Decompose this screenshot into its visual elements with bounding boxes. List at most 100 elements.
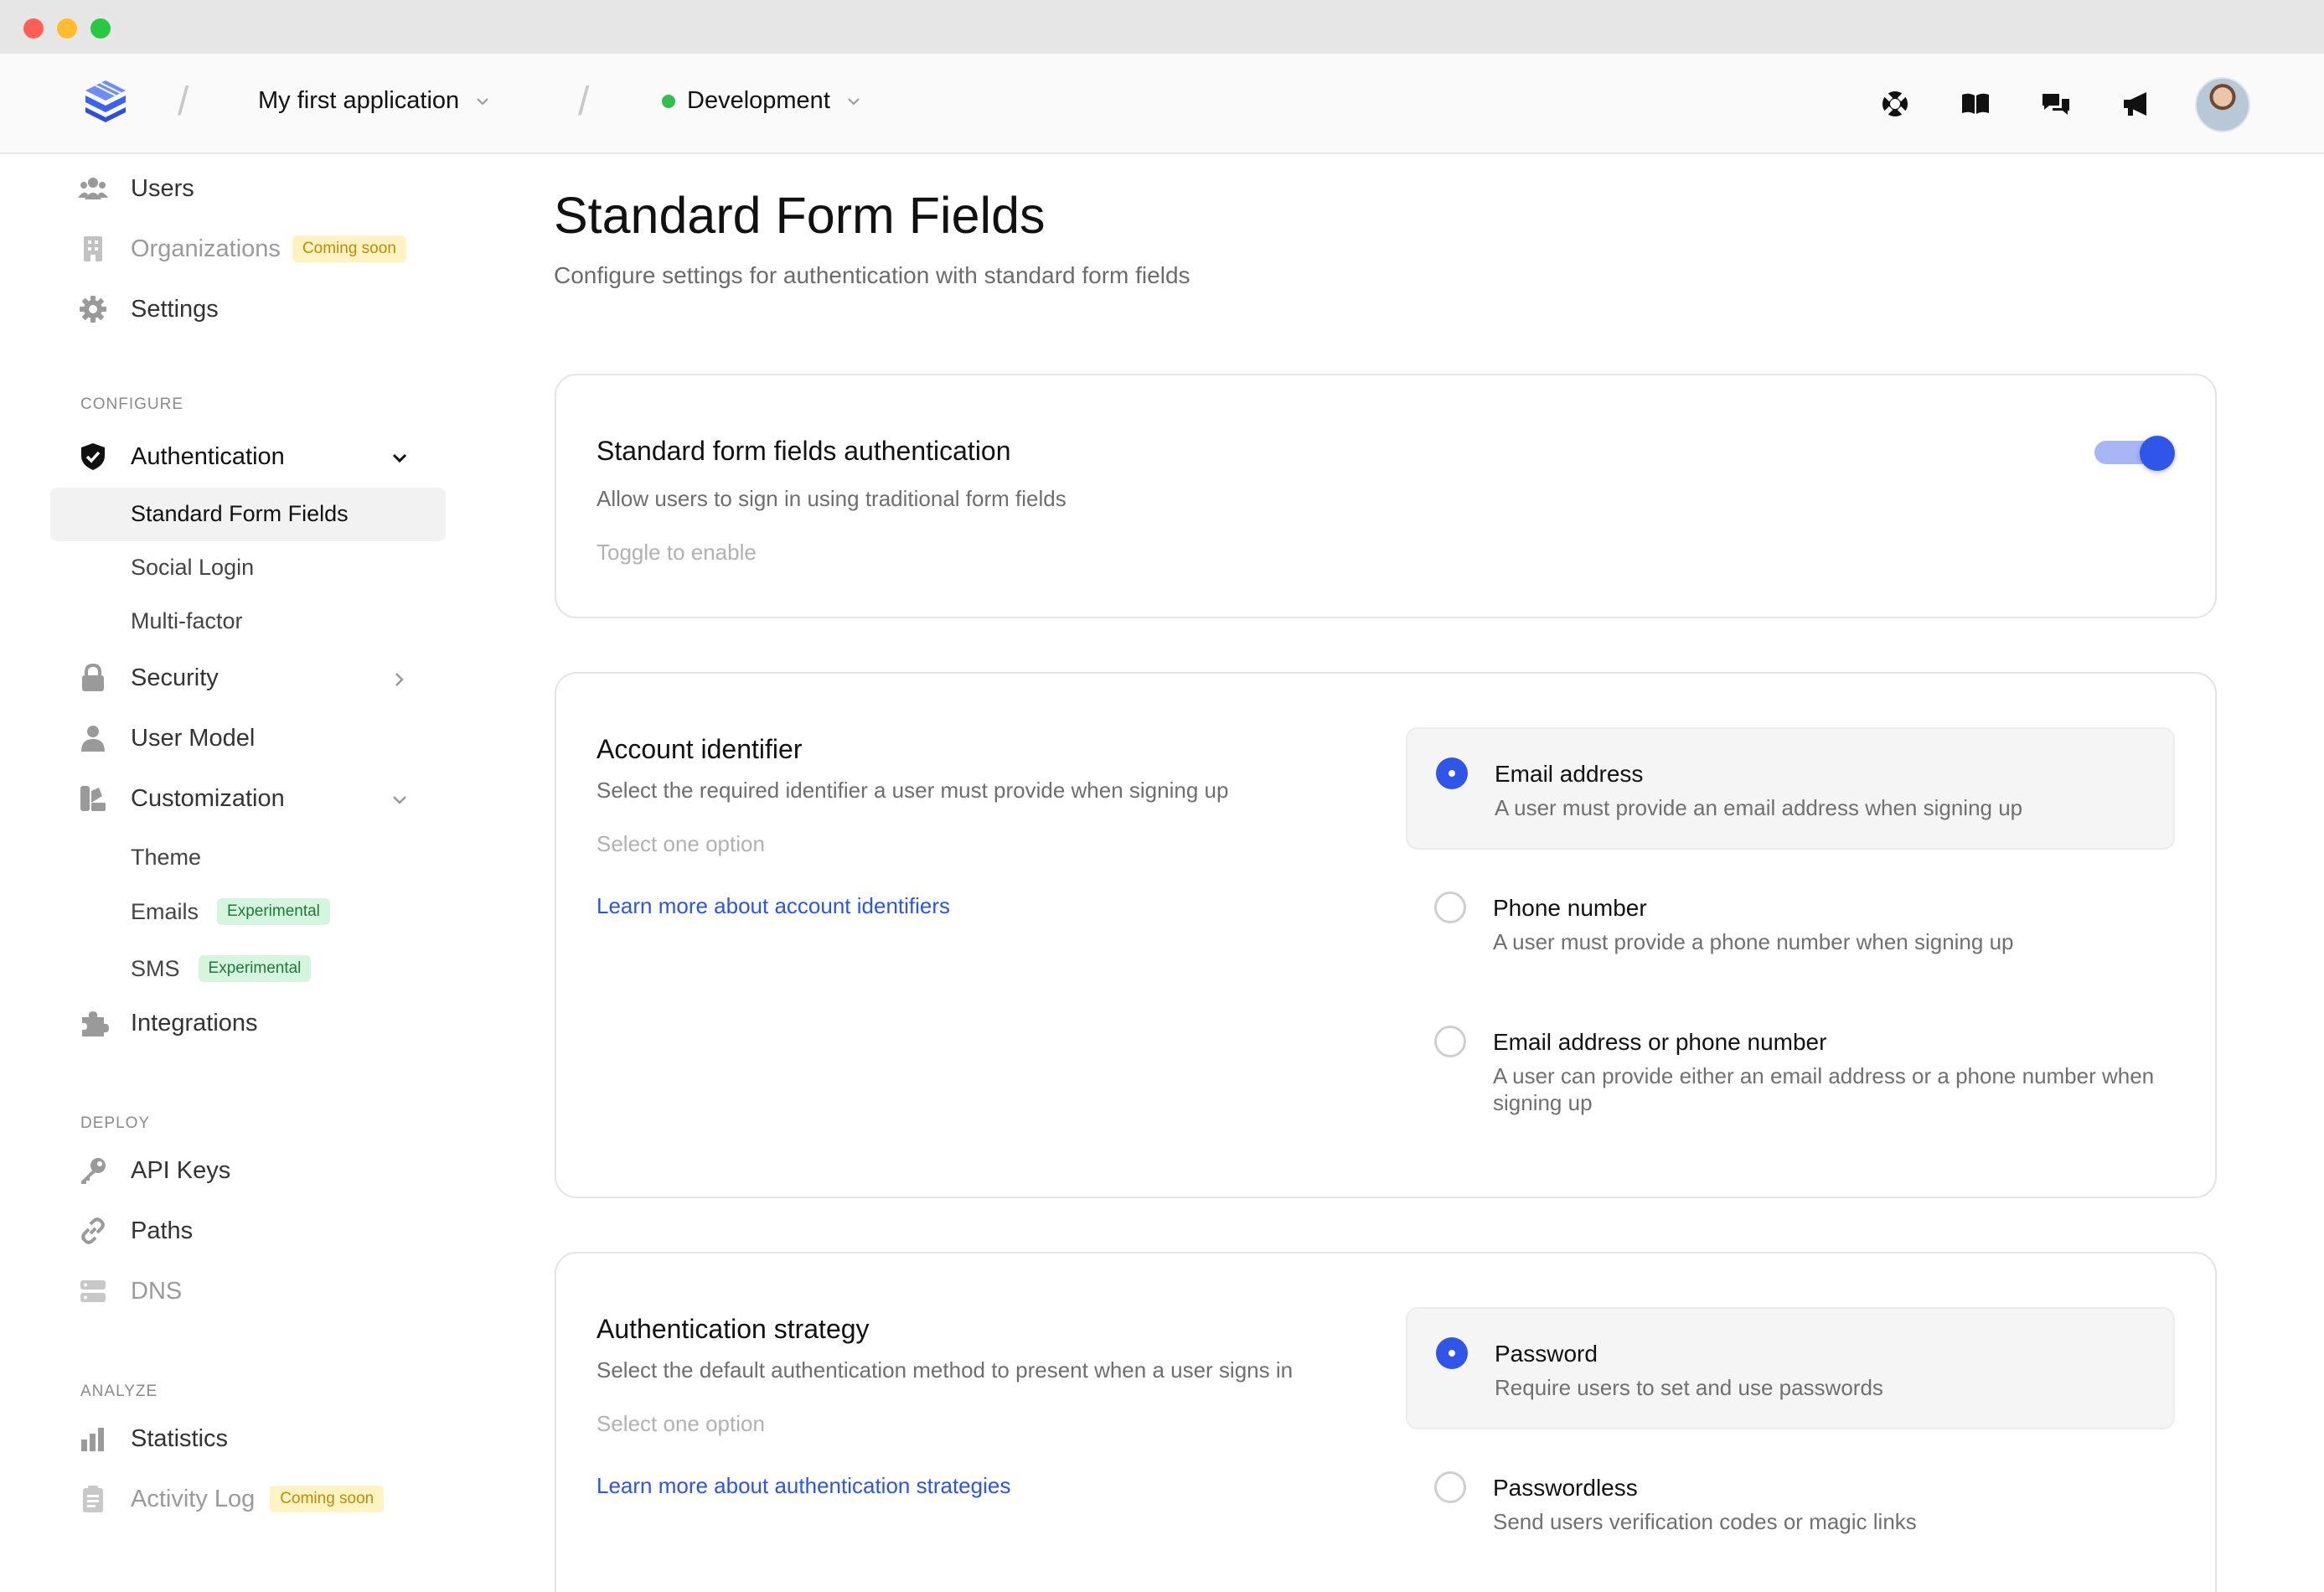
breadcrumb-separator: /	[578, 80, 590, 124]
sidebar-item-organizations[interactable]: Organizations Coming soon	[77, 233, 406, 265]
sidebar-subitem-sms[interactable]: SMS Experimental	[131, 955, 312, 982]
docs-book-icon[interactable]	[1959, 87, 1992, 121]
experimental-badge: Experimental	[217, 898, 330, 925]
toggle-knob	[2140, 436, 2175, 471]
radio-button[interactable]	[1434, 1471, 1466, 1503]
radio-button[interactable]	[1436, 1337, 1468, 1369]
sidebar-item-dns[interactable]: DNS	[77, 1275, 182, 1307]
sidebar: Users Organizations Coming soon Settings…	[0, 156, 469, 1592]
standard-form-fields-card: Standard form fields authentication Allo…	[555, 374, 2217, 618]
page-subtitle: Configure settings for authentication wi…	[554, 262, 1190, 288]
support-icon[interactable]	[1878, 87, 1912, 121]
sidebar-item-activity-log[interactable]: Activity Log Coming soon	[77, 1483, 385, 1515]
card-description: Select the required identifier a user mu…	[596, 778, 1229, 803]
app-name: My first application	[258, 87, 460, 114]
option-phone-number[interactable]: Phone number A user must provide a phone…	[1406, 863, 2175, 972]
sidebar-subitem-theme[interactable]: Theme	[131, 845, 201, 871]
sidebar-item-label: DNS	[131, 1277, 183, 1305]
sidebar-item-settings[interactable]: Settings	[77, 293, 219, 325]
sidebar-item-customization[interactable]: Customization	[77, 783, 285, 814]
chevron-down-icon[interactable]	[390, 791, 409, 809]
option-title: Email address or phone number	[1493, 1029, 1827, 1055]
option-password[interactable]: Password Require users to set and use pa…	[1406, 1307, 2175, 1429]
card-description: Allow users to sign in using traditional…	[596, 486, 1066, 511]
card-description: Select the default authentication method…	[596, 1357, 1294, 1383]
sidebar-item-label: Integrations	[131, 1009, 258, 1036]
option-passwordless[interactable]: Passwordless Send users verification cod…	[1406, 1443, 2175, 1552]
learn-more-strategies-link[interactable]: Learn more about authentication strategi…	[596, 1473, 1010, 1499]
option-email-address[interactable]: Email address A user must provide an ema…	[1406, 727, 2175, 850]
coming-soon-badge: Coming soon	[292, 235, 406, 262]
card-hint: Toggle to enable	[596, 540, 757, 565]
section-label-deploy: DEPLOY	[80, 1114, 151, 1132]
chevron-down-icon	[848, 97, 860, 105]
option-description: A user can provide either an email addre…	[1493, 1063, 2155, 1115]
environment-status-dot	[662, 94, 675, 108]
chevron-right-icon[interactable]	[390, 670, 409, 689]
bar-chart-icon	[81, 1428, 104, 1451]
page-title: Standard Form Fields	[554, 187, 1046, 244]
puzzle-icon	[82, 1011, 109, 1036]
sidebar-item-label: API Keys	[131, 1156, 231, 1184]
sidebar-subitem-standard-form-fields[interactable]: Standard Form Fields	[131, 501, 349, 527]
sidebar-subitem-emails[interactable]: Emails Experimental	[131, 898, 330, 925]
sidebar-item-statistics[interactable]: Statistics	[77, 1423, 228, 1455]
radio-button[interactable]	[1434, 1026, 1466, 1057]
sidebar-item-integrations[interactable]: Integrations	[77, 1007, 258, 1039]
sidebar-subitem-label: SMS	[131, 955, 180, 981]
radio-button[interactable]	[1434, 892, 1466, 923]
environment-switcher[interactable]: Development	[662, 87, 862, 115]
close-window-button[interactable]	[23, 18, 44, 39]
sidebar-subitem-label: Theme	[131, 845, 202, 870]
section-label-configure: CONFIGURE	[80, 395, 183, 413]
app-switcher[interactable]: My first application	[258, 87, 491, 115]
option-title: Email address	[1495, 761, 1644, 787]
card-title: Standard form fields authentication	[596, 436, 1011, 466]
sidebar-item-paths[interactable]: Paths	[77, 1215, 193, 1247]
option-title: Passwordless	[1493, 1475, 1638, 1501]
learn-more-identifiers-link[interactable]: Learn more about account identifiers	[596, 893, 950, 919]
server-icon	[80, 1280, 106, 1302]
window-titlebar	[0, 0, 2324, 54]
sidebar-item-label: Statistics	[131, 1424, 229, 1452]
chevron-down-icon	[477, 97, 488, 105]
sidebar-subitem-social-login[interactable]: Social Login	[131, 555, 254, 581]
chevron-down-icon[interactable]	[390, 449, 409, 468]
clipboard-icon	[83, 1486, 103, 1512]
sidebar-item-label: Authentication	[131, 442, 285, 470]
sidebar-item-label: Organizations	[131, 235, 281, 262]
option-email-or-phone[interactable]: Email address or phone number A user can…	[1406, 997, 2175, 1140]
sidebar-subitem-multi-factor[interactable]: Multi-factor	[131, 608, 243, 634]
authentication-strategy-card: Authentication strategy Select the defau…	[555, 1252, 2217, 1592]
sidebar-item-label: Customization	[131, 784, 285, 812]
users-icon	[78, 178, 108, 199]
sidebar-item-authentication[interactable]: Authentication	[77, 441, 285, 473]
card-hint: Select one option	[596, 831, 765, 856]
breadcrumb-separator: /	[178, 80, 189, 124]
card-title: Account identifier	[596, 734, 803, 764]
user-avatar[interactable]	[2195, 77, 2250, 132]
gear-icon	[80, 296, 106, 323]
sidebar-subitem-label: Emails	[131, 898, 199, 924]
sidebar-item-api-keys[interactable]: API Keys	[77, 1155, 230, 1186]
chat-icon[interactable]	[2039, 87, 2073, 121]
enable-toggle[interactable]	[2094, 436, 2175, 471]
minimize-window-button[interactable]	[57, 18, 77, 39]
sidebar-item-user-model[interactable]: User Model	[77, 722, 255, 754]
user-icon	[81, 726, 105, 752]
sidebar-item-security[interactable]: Security	[77, 662, 219, 694]
app-logo-icon[interactable]	[82, 77, 129, 124]
option-title: Phone number	[1493, 895, 1647, 921]
section-label-analyze: ANALYZE	[80, 1383, 158, 1400]
option-description: A user must provide an email address whe…	[1495, 795, 2023, 820]
card-hint: Select one option	[596, 1411, 765, 1436]
sidebar-item-label: Activity Log	[131, 1485, 256, 1512]
radio-button[interactable]	[1436, 757, 1468, 789]
building-icon	[84, 236, 102, 261]
experimental-badge: Experimental	[198, 955, 312, 982]
coming-soon-badge: Coming soon	[270, 1486, 385, 1512]
sidebar-item-users[interactable]: Users	[77, 173, 194, 204]
option-description: Require users to set and use passwords	[1495, 1375, 1883, 1400]
announcements-megaphone-icon[interactable]	[2120, 87, 2153, 121]
maximize-window-button[interactable]	[90, 18, 111, 39]
